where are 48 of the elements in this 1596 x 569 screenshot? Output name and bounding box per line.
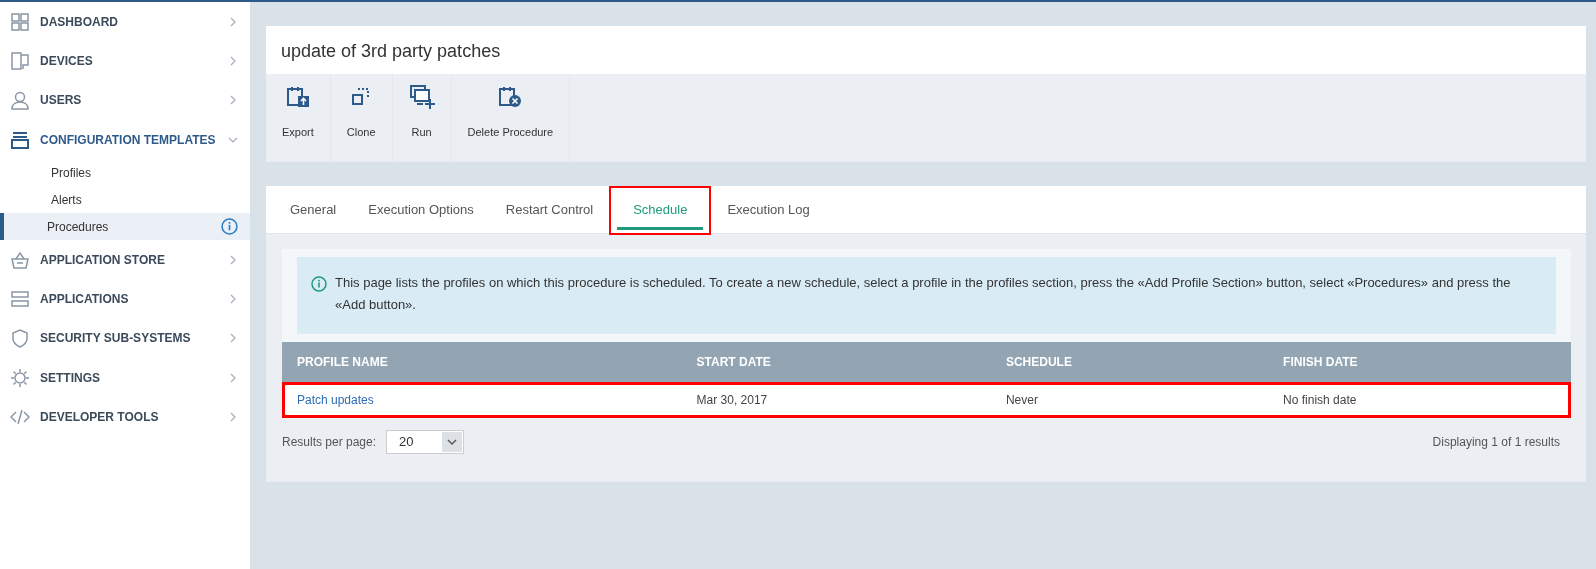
user-icon	[10, 90, 30, 111]
settings-icon	[10, 367, 30, 388]
clone-button[interactable]: Clone	[330, 74, 393, 162]
sidebar-item[interactable]: DASHBOARD	[0, 2, 250, 42]
column-header: PROFILE NAME	[282, 342, 682, 383]
sidebar-subitem[interactable]: Alerts	[0, 186, 250, 214]
sidebar-item[interactable]: SETTINGS	[0, 358, 250, 398]
sidebar-item[interactable]: USERS	[0, 80, 250, 120]
tab[interactable]: Execution Log	[711, 186, 826, 234]
grid-icon	[10, 11, 30, 32]
column-header: SCHEDULE	[990, 342, 1269, 383]
column-header: FINISH DATE	[1268, 342, 1571, 383]
table-cell: Never	[1005, 393, 1038, 408]
table-cell: No finish date	[1283, 393, 1357, 408]
info-icon	[311, 276, 327, 292]
stack-icon	[10, 129, 30, 150]
sidebar-item[interactable]: CONFIGURATION TEMPLATES	[0, 119, 250, 160]
monitor-plus-icon	[408, 84, 435, 110]
sidebar-item[interactable]: APPLICATIONS	[0, 279, 250, 319]
devices-icon	[10, 50, 30, 71]
sidebar-item[interactable]: DEVELOPER TOOLS	[0, 397, 250, 437]
results-per-page-select[interactable]: 20	[386, 430, 465, 455]
sidebar-subitem[interactable]: Profiles	[0, 159, 250, 187]
basket-icon	[10, 249, 30, 270]
profile-link[interactable]: Patch updates	[297, 393, 374, 408]
column-header: START DATE	[681, 342, 991, 383]
sidebar-item[interactable]: SECURITY SUB-SYSTEMS	[0, 318, 250, 359]
tab[interactable]: General	[274, 186, 353, 234]
tab[interactable]: Schedule	[609, 186, 712, 234]
info-text: This page lists the profiles on which this procedure is scheduled. To create a new schedule, select a profile in the profiles section, press the «Add Profile Section» button, select «Procedures» and press the «Add button».	[335, 274, 1512, 315]
results-label: Results per page:	[282, 434, 377, 452]
sidebar-item[interactable]: APPLICATION STORE	[0, 240, 250, 280]
delete-icon	[497, 84, 524, 110]
sidebar-subitem[interactable]: Procedures	[0, 213, 250, 241]
page-title: update of 3rd party patches	[280, 40, 502, 63]
tab[interactable]: Execution Options	[352, 186, 490, 234]
delete-button[interactable]: Delete Procedure	[451, 74, 571, 162]
shield-icon	[10, 328, 30, 349]
results-summary: Displaying 1 of 1 results	[1432, 434, 1560, 452]
table-cell: Mar 30, 2017	[696, 393, 768, 408]
server-icon	[10, 289, 30, 310]
sidebar-item[interactable]: DEVICES	[0, 41, 250, 81]
export-button[interactable]: Export	[266, 74, 331, 162]
info-icon[interactable]	[221, 218, 238, 236]
export-icon	[284, 84, 311, 110]
code-icon	[10, 407, 30, 427]
tab[interactable]: Restart Control	[489, 186, 610, 234]
run-button[interactable]: Run	[392, 74, 452, 162]
